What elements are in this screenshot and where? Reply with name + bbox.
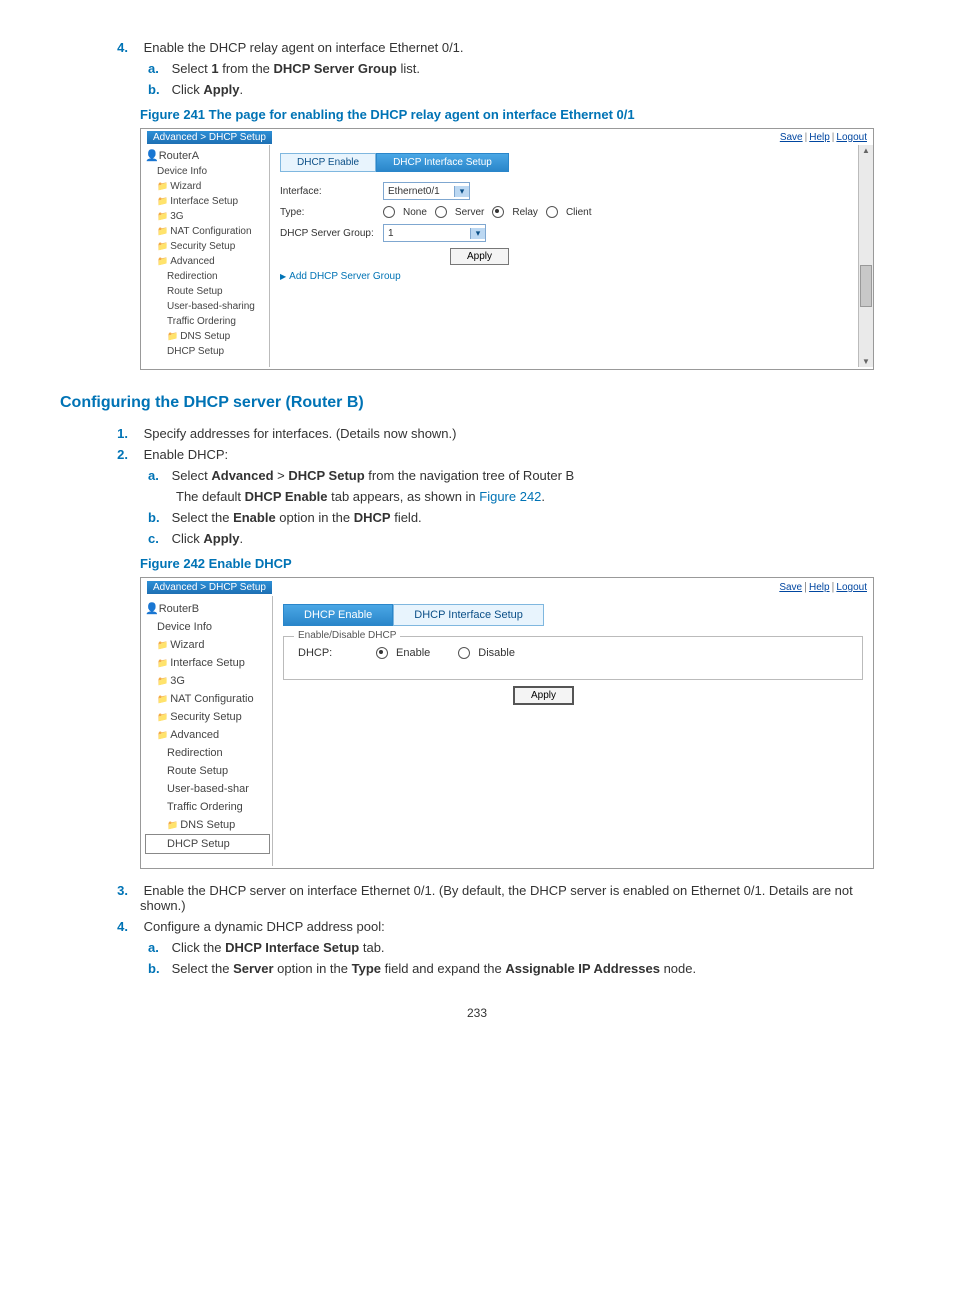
tree-item[interactable]: Route Setup: [145, 284, 267, 299]
enable-disable-fieldset: Enable/Disable DHCP DHCP: Enable Disable: [283, 636, 863, 680]
section-title: Configuring the DHCP server (Router B): [60, 394, 874, 412]
tab-dhcp-interface-setup[interactable]: DHCP Interface Setup: [376, 153, 509, 172]
tab-dhcp-interface-setup[interactable]: DHCP Interface Setup: [393, 604, 544, 626]
interface-select[interactable]: Ethernet0/1 ▾: [383, 182, 470, 200]
logout-link[interactable]: Logout: [836, 582, 867, 593]
figure-242-link[interactable]: Figure 242: [479, 489, 541, 504]
radio-enable[interactable]: [376, 647, 388, 659]
tree-item[interactable]: Redirection: [145, 269, 267, 284]
content-panel: DHCP Enable DHCP Interface Setup Interfa…: [270, 145, 858, 367]
step-1: 1. Specify addresses for interfaces. (De…: [140, 426, 874, 441]
chevron-down-icon: ▾: [454, 186, 469, 197]
nav-tree: 👤RouterA Device Info Wizard Interface Se…: [141, 145, 270, 367]
apply-button[interactable]: Apply: [450, 248, 509, 265]
fieldset-legend: Enable/Disable DHCP: [294, 630, 400, 641]
add-dhcp-server-group[interactable]: Add DHCP Server Group: [280, 271, 848, 282]
help-link[interactable]: Help: [809, 582, 830, 593]
tree-item[interactable]: Advanced: [145, 254, 267, 269]
scroll-down-icon[interactable]: ▼: [862, 356, 870, 367]
radio-none[interactable]: [383, 206, 395, 218]
page-number: 233: [80, 1006, 874, 1020]
chevron-down-icon: ▾: [470, 228, 485, 239]
tree-item[interactable]: Traffic Ordering: [145, 314, 267, 329]
substep-a: a. Select Advanced > DHCP Setup from the…: [176, 468, 874, 504]
tree-item[interactable]: Security Setup: [145, 708, 270, 726]
tree-item[interactable]: DNS Setup: [145, 329, 267, 344]
type-label: Type:: [280, 207, 375, 218]
save-link[interactable]: Save: [779, 582, 802, 593]
help-link[interactable]: Help: [809, 132, 830, 143]
radio-relay[interactable]: [492, 206, 504, 218]
radio-server[interactable]: [435, 206, 447, 218]
tree-item[interactable]: Traffic Ordering: [145, 798, 270, 816]
figure-241-screenshot: Advanced > DHCP Setup Save|Help|Logout 👤…: [140, 128, 874, 370]
tree-item[interactable]: 3G: [145, 209, 267, 224]
substep-c: c. Click Apply.: [176, 531, 874, 546]
scrollbar[interactable]: ▲ ▼: [858, 145, 873, 367]
step-3: 3. Enable the DHCP server on interface E…: [140, 883, 874, 913]
tree-item[interactable]: Device Info: [145, 164, 267, 179]
tree-item[interactable]: User-based-sharing: [145, 299, 267, 314]
group-label: DHCP Server Group:: [280, 228, 375, 239]
scroll-thumb[interactable]: [860, 265, 872, 307]
tree-item[interactable]: Device Info: [145, 618, 270, 636]
breadcrumb: Advanced > DHCP Setup: [147, 581, 272, 594]
tree-root[interactable]: 👤RouterA: [145, 149, 267, 164]
tree-item[interactable]: DHCP Setup: [145, 344, 267, 359]
tree-item[interactable]: Wizard: [145, 636, 270, 654]
tab-dhcp-enable[interactable]: DHCP Enable: [283, 604, 393, 626]
top-links: Save|Help|Logout: [780, 132, 867, 143]
breadcrumb: Advanced > DHCP Setup: [147, 131, 272, 144]
step-4: 4. Enable the DHCP relay agent on interf…: [140, 40, 874, 370]
interface-label: Interface:: [280, 186, 375, 197]
tree-item[interactable]: NAT Configuration: [145, 224, 267, 239]
tab-dhcp-enable[interactable]: DHCP Enable: [280, 153, 376, 172]
apply-button[interactable]: Apply: [513, 686, 574, 705]
dhcp-label: DHCP:: [298, 647, 368, 659]
figure-241-title: Figure 241 The page for enabling the DHC…: [140, 107, 874, 122]
radio-client[interactable]: [546, 206, 558, 218]
tree-item[interactable]: Advanced: [145, 726, 270, 744]
substep-a: a. Click the DHCP Interface Setup tab.: [176, 940, 874, 955]
content-panel: DHCP Enable DHCP Interface Setup Enable/…: [273, 596, 873, 866]
step-text: Enable the DHCP relay agent on interface…: [144, 40, 464, 55]
figure-242-screenshot: Advanced > DHCP Setup Save|Help|Logout 👤…: [140, 577, 874, 869]
tree-item[interactable]: Wizard: [145, 179, 267, 194]
logout-link[interactable]: Logout: [836, 132, 867, 143]
tree-item[interactable]: DNS Setup: [145, 816, 270, 834]
figure-242-title: Figure 242 Enable DHCP: [140, 556, 874, 571]
substep-b: b. Select the Server option in the Type …: [176, 961, 874, 976]
tree-item[interactable]: User-based-shar: [145, 780, 270, 798]
substep-b: b. Click Apply.: [176, 82, 874, 97]
tree-item[interactable]: Security Setup: [145, 239, 267, 254]
server-group-select[interactable]: 1 ▾: [383, 224, 486, 242]
tree-item[interactable]: Interface Setup: [145, 654, 270, 672]
save-link[interactable]: Save: [780, 132, 803, 143]
tree-item[interactable]: Interface Setup: [145, 194, 267, 209]
tree-item[interactable]: NAT Configuratio: [145, 690, 270, 708]
tree-item[interactable]: 3G: [145, 672, 270, 690]
tree-item[interactable]: Redirection: [145, 744, 270, 762]
tree-item[interactable]: Route Setup: [145, 762, 270, 780]
tree-item-selected[interactable]: DHCP Setup: [145, 834, 270, 854]
nav-tree: 👤RouterB Device Info Wizard Interface Se…: [141, 596, 273, 866]
scroll-up-icon[interactable]: ▲: [862, 145, 870, 156]
substep-a: a. Select 1 from the DHCP Server Group l…: [176, 61, 874, 76]
step-number: 4.: [100, 40, 140, 55]
radio-disable[interactable]: [458, 647, 470, 659]
step-4b: 4. Configure a dynamic DHCP address pool…: [140, 919, 874, 976]
tree-root[interactable]: 👤RouterB: [145, 600, 270, 618]
top-links: Save|Help|Logout: [779, 581, 867, 593]
substep-b: b. Select the Enable option in the DHCP …: [176, 510, 874, 525]
step-2: 2. Enable DHCP: a. Select Advanced > DHC…: [140, 447, 874, 869]
